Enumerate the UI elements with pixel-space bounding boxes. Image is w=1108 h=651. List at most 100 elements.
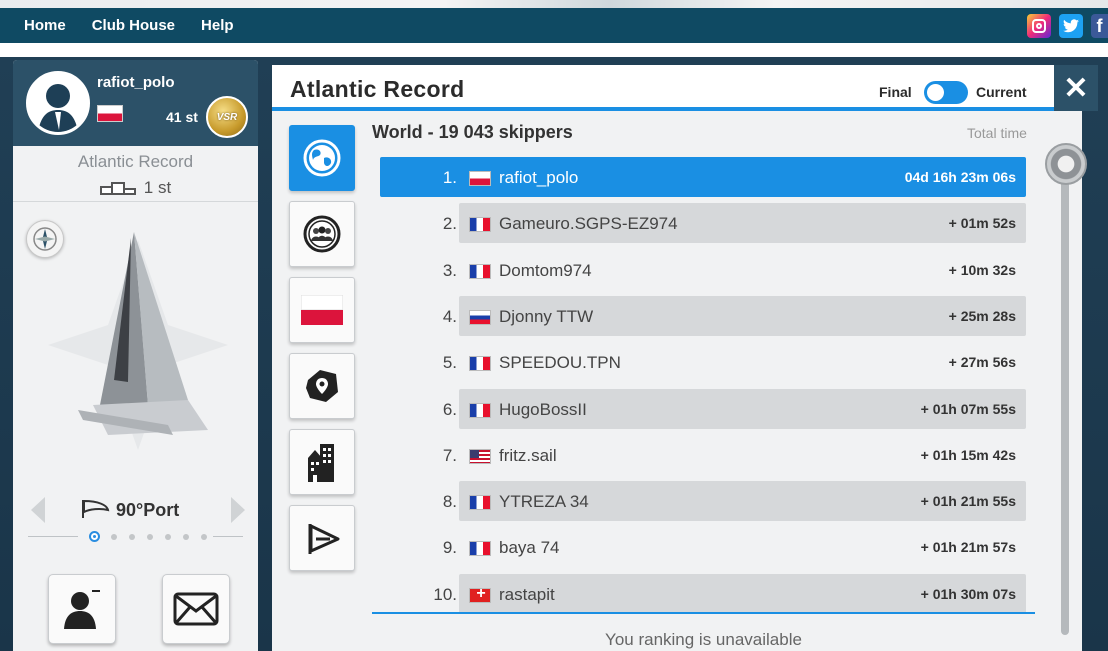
table-row[interactable]: 5. SPEEDOU.TPN + 27m 56s xyxy=(380,342,1026,382)
boat-image xyxy=(48,232,228,450)
row-skipper-name[interactable]: baya 74 xyxy=(499,538,560,558)
player-rank: 41 st xyxy=(166,109,198,125)
tab-team[interactable] xyxy=(289,505,355,571)
tab-country[interactable] xyxy=(289,277,355,343)
pagination-dot[interactable] xyxy=(111,534,117,540)
table-row[interactable]: 1. rafiot_polo 04d 16h 23m 06s xyxy=(380,157,1026,197)
top-navbar: Home Club House Help f xyxy=(0,8,1108,43)
row-skipper-name[interactable]: fritz.sail xyxy=(499,446,557,466)
nav-home-link[interactable]: Home xyxy=(24,17,66,34)
leaderboard-header: Atlantic Record Final Current xyxy=(272,65,1082,111)
table-row[interactable]: 8. YTREZA 34 + 01h 21m 55s xyxy=(380,481,1026,522)
row-skipper-name[interactable]: Djonny TTW xyxy=(499,307,593,327)
skipper-avatar-icon xyxy=(38,84,78,132)
sail-next-arrow[interactable] xyxy=(231,497,245,523)
row-time: + 01m 52s xyxy=(948,215,1016,232)
table-row[interactable]: 4. Djonny TTW + 25m 28s xyxy=(380,295,1026,336)
scrollbar-handle[interactable] xyxy=(1045,143,1087,185)
row-rank: 6. xyxy=(442,399,457,419)
tab-city[interactable] xyxy=(289,429,355,495)
row-rank: 1. xyxy=(442,168,457,187)
row-flag xyxy=(469,261,491,281)
row-rank: 4. xyxy=(442,306,457,326)
pagination-dot[interactable] xyxy=(147,534,153,540)
tab-friends[interactable] xyxy=(289,201,355,267)
country-flag-icon xyxy=(469,495,491,511)
row-time: + 01h 21m 55s xyxy=(920,493,1016,510)
row-rank: 10. xyxy=(433,584,457,604)
row-flag xyxy=(469,538,491,558)
toggle-final-label: Final xyxy=(879,84,912,100)
vsr-badge-label: VSR xyxy=(216,111,238,123)
sail-icon xyxy=(82,499,110,518)
row-flag xyxy=(469,585,492,605)
profile-button[interactable] xyxy=(48,574,116,644)
country-flag-icon xyxy=(469,217,491,233)
mail-icon xyxy=(173,592,219,626)
leaderboard-scope-title: World - 19 043 skippers xyxy=(372,122,573,142)
row-time: + 01h 15m 42s xyxy=(920,446,1016,463)
twitter-icon[interactable] xyxy=(1059,14,1083,38)
row-rank: 5. xyxy=(442,353,457,373)
messages-button[interactable] xyxy=(162,574,230,644)
row-skipper-name[interactable]: HugoBossII xyxy=(499,400,587,420)
tab-region[interactable] xyxy=(289,353,355,419)
sail-prev-arrow[interactable] xyxy=(31,497,45,523)
pagination-dot[interactable] xyxy=(165,534,171,540)
row-skipper-name[interactable]: YTREZA 34 xyxy=(499,492,589,512)
race-rank: 1 st xyxy=(143,178,172,197)
nav-help-link[interactable]: Help xyxy=(201,17,234,34)
pagination-dot[interactable] xyxy=(201,534,207,540)
row-skipper-name[interactable]: Gameuro.SGPS-EZ974 xyxy=(499,214,678,234)
pagination-dot[interactable] xyxy=(129,534,135,540)
row-rank: 9. xyxy=(442,538,457,558)
leaderboard-panel: Atlantic Record Final Current World - 19… xyxy=(272,65,1087,651)
ranking-unavailable-message: You ranking is unavailable xyxy=(605,630,802,649)
row-skipper-name[interactable]: rafiot_polo xyxy=(499,168,578,188)
close-icon: ✕ xyxy=(1063,71,1089,105)
table-row[interactable]: 7. fritz.sail + 01h 15m 42s xyxy=(380,435,1026,475)
nav-clubhouse-link[interactable]: Club House xyxy=(92,17,175,34)
region-icon xyxy=(306,370,338,402)
pagination-dot[interactable] xyxy=(89,531,100,542)
row-flag xyxy=(469,446,491,466)
row-time: + 27m 56s xyxy=(948,354,1016,371)
podium-icon xyxy=(99,182,136,196)
instagram-icon[interactable] xyxy=(1027,14,1051,38)
row-flag xyxy=(469,353,491,373)
row-skipper-name[interactable]: SPEEDOU.TPN xyxy=(499,353,621,373)
sail-pagination xyxy=(28,530,243,544)
facebook-icon[interactable]: f xyxy=(1091,14,1108,38)
row-skipper-name[interactable]: rastapit xyxy=(499,585,555,605)
city-icon xyxy=(308,444,334,482)
race-rank-row: 1 st xyxy=(13,178,258,198)
country-flag-icon xyxy=(469,356,491,372)
row-time: + 25m 28s xyxy=(948,307,1016,324)
row-time: + 01h 21m 57s xyxy=(920,539,1016,556)
player-header: rafiot_polo 41 st VSR xyxy=(13,60,258,146)
toggle-current-label: Current xyxy=(976,84,1027,100)
row-flag xyxy=(469,168,491,188)
avatar[interactable] xyxy=(26,71,90,135)
player-panel: rafiot_polo 41 st VSR Atlantic Record 1 … xyxy=(13,60,258,651)
table-row[interactable]: 3. Domtom974 + 10m 32s xyxy=(380,250,1026,290)
row-rank: 2. xyxy=(442,214,457,234)
table-row[interactable]: 2. Gameuro.SGPS-EZ974 + 01m 52s xyxy=(380,203,1026,244)
country-flag-icon xyxy=(469,402,491,418)
row-skipper-name[interactable]: Domtom974 xyxy=(499,261,592,281)
vsr-badge: VSR xyxy=(206,96,248,138)
scrollbar-track[interactable] xyxy=(1061,150,1069,635)
table-row[interactable]: 6. HugoBossII + 01h 07m 55s xyxy=(380,388,1026,429)
country-flag-icon xyxy=(469,541,491,557)
page-gap xyxy=(0,43,1108,57)
pagination-dot[interactable] xyxy=(183,534,189,540)
final-current-toggle[interactable] xyxy=(924,81,968,104)
sail-selector: 90°Port xyxy=(13,494,258,524)
country-flag-icon xyxy=(469,585,492,603)
table-row[interactable]: 9. baya 74 + 01h 21m 57s xyxy=(380,527,1026,567)
row-time: + 01h 30m 07s xyxy=(920,585,1016,602)
row-flag xyxy=(469,492,491,512)
close-button[interactable]: ✕ xyxy=(1054,65,1098,111)
tab-world[interactable] xyxy=(289,125,355,191)
table-row[interactable]: 10. rastapit + 01h 30m 07s xyxy=(380,573,1026,614)
